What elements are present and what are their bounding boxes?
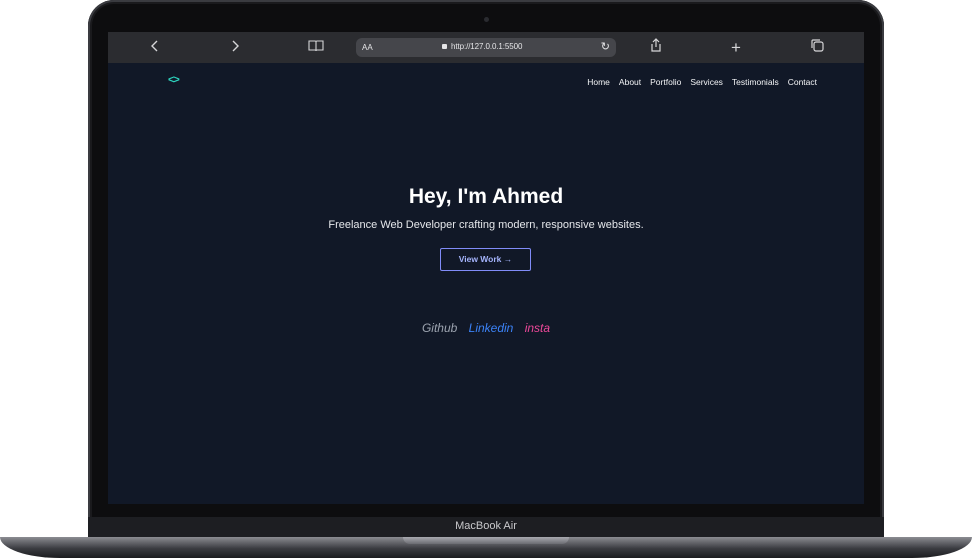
camera-icon — [484, 17, 489, 22]
plus-icon[interactable]: + — [726, 38, 746, 58]
site-nav: Home About Portfolio Services Testimonia… — [587, 77, 817, 87]
site-logo[interactable]: <> — [168, 74, 180, 86]
insta-link[interactable]: insta — [525, 321, 550, 335]
reload-icon[interactable]: ↻ — [601, 40, 610, 53]
view-work-button[interactable]: View Work → — [440, 248, 531, 271]
nav-contact[interactable]: Contact — [788, 77, 817, 87]
social-links: Github Linkedin insta — [108, 321, 864, 335]
address-bar[interactable]: AA http://127.0.0.1:5500 ↻ — [356, 38, 616, 57]
hero-title: Hey, I'm Ahmed — [408, 185, 564, 208]
url-value: http://127.0.0.1:5500 — [451, 42, 523, 51]
laptop-notch — [403, 537, 569, 544]
laptop-mockup: AA http://127.0.0.1:5500 ↻ + <> Home Abo… — [0, 0, 972, 558]
lock-icon — [442, 44, 447, 49]
tabs-icon[interactable] — [807, 38, 827, 58]
hero-subtitle: Freelance Web Developer crafting modern,… — [328, 219, 644, 231]
nav-home[interactable]: Home — [587, 77, 610, 87]
share-icon[interactable] — [646, 38, 666, 58]
nav-testimonials[interactable]: Testimonials — [732, 77, 779, 87]
book-icon[interactable] — [306, 38, 326, 58]
nav-portfolio[interactable]: Portfolio — [650, 77, 681, 87]
github-link[interactable]: Github — [422, 321, 457, 335]
text-size-button[interactable]: AA — [362, 43, 373, 52]
linkedin-link[interactable]: Linkedin — [469, 321, 514, 335]
nav-services[interactable]: Services — [690, 77, 723, 87]
chevron-right-icon[interactable] — [225, 38, 245, 58]
website-page: <> Home About Portfolio Services Testimo… — [108, 63, 864, 504]
device-label: MacBook Air — [455, 520, 517, 532]
nav-about[interactable]: About — [619, 77, 641, 87]
browser-toolbar: AA http://127.0.0.1:5500 ↻ + — [108, 32, 864, 63]
chevron-left-icon[interactable] — [145, 38, 165, 58]
laptop-screen: AA http://127.0.0.1:5500 ↻ + <> Home Abo… — [108, 32, 864, 504]
url-text: http://127.0.0.1:5500 — [442, 42, 522, 51]
